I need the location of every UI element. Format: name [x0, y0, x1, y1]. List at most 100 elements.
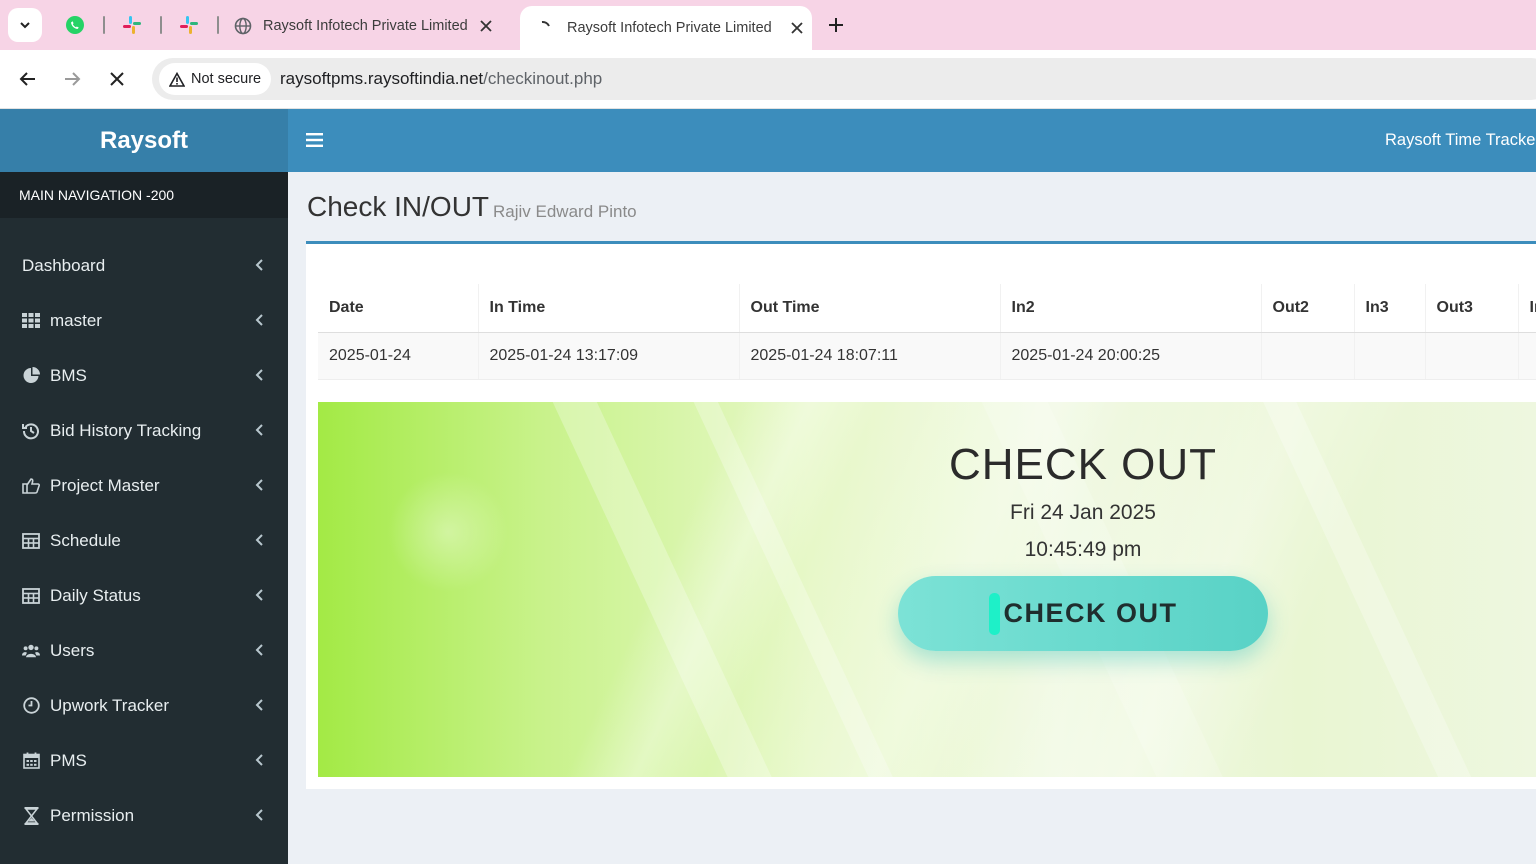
tab-separator: [103, 16, 105, 34]
column-header-out-time: Out Time: [738, 284, 1000, 333]
nav-header: MAIN NAVIGATION -200: [0, 172, 288, 218]
sidebar-item-label: Users: [50, 640, 95, 660]
browser-toolbar: Not secure raysoftpms.raysoftindia.net/c…: [0, 50, 1536, 109]
sidebar-item-bid-history-tracking[interactable]: Bid History Tracking: [0, 403, 288, 458]
chevron-down-icon: [20, 22, 30, 29]
cell-out3: [1424, 332, 1518, 380]
table-header-row: Date In Time Out Time In2 Out2 In3 Out3 …: [318, 284, 1536, 333]
cell-in2: 2025-01-24 20:00:25: [999, 332, 1261, 380]
chevron-left-icon: [255, 589, 263, 601]
pinned-tab-whatsapp[interactable]: [61, 11, 89, 39]
cell-out2: [1260, 332, 1354, 380]
tab-search-button[interactable]: [8, 8, 42, 42]
main-content: Check IN/OUT Rajiv Edward Pinto Date In …: [288, 172, 1536, 864]
sidebar-item-permission[interactable]: Permission: [0, 788, 288, 843]
url-host: raysoftpms.raysoftindia.net: [280, 69, 484, 88]
calendar-icon: [22, 752, 40, 770]
sidebar-item-master[interactable]: master: [0, 293, 288, 348]
column-header-in2: In2: [999, 284, 1261, 333]
checkout-button-label: CHECK OUT: [1003, 598, 1178, 628]
url-path: /checkinout.php: [483, 69, 603, 88]
security-label: Not secure: [191, 71, 262, 87]
chevron-left-icon: [255, 424, 263, 436]
tab-separator: [160, 16, 162, 34]
chevron-left-icon: [255, 369, 263, 381]
browser-tab-2-active[interactable]: Raysoft Infotech Private Limited: [520, 6, 812, 50]
app-header-title[interactable]: Raysoft Time Tracker: [1385, 131, 1536, 150]
grid-icon: [22, 312, 40, 330]
cell-in-time: 2025-01-24 13:17:09: [477, 332, 739, 380]
site-security-chip[interactable]: Not secure: [159, 63, 272, 95]
chevron-left-icon: [255, 644, 263, 656]
slack-icon: [180, 16, 198, 34]
checkout-time: 10:45:49 pm: [1024, 538, 1142, 561]
chevron-left-icon: [255, 754, 263, 766]
checkout-banner: CHECK OUT Fri 24 Jan 2025 10:45:49 pm CH…: [318, 402, 1536, 777]
url-text[interactable]: raysoftpms.raysoftindia.net/checkinout.p…: [280, 69, 602, 89]
cell-date: 2025-01-24: [318, 332, 478, 380]
cell-out-time: 2025-01-24 18:07:11: [738, 332, 1000, 380]
slack-icon: [123, 16, 141, 34]
sidebar-item-label: Bid History Tracking: [50, 420, 202, 440]
history-icon: [22, 422, 40, 440]
sidebar-item-label: master: [50, 310, 102, 330]
column-header-out2: Out2: [1260, 284, 1354, 333]
checkinout-box: Date In Time Out Time In2 Out2 In3 Out3 …: [306, 241, 1536, 789]
column-header-in3: In3: [1353, 284, 1425, 333]
table-row: 2025-01-24 2025-01-24 13:17:09 2025-01-2…: [318, 332, 1536, 380]
loading-spinner-icon: [541, 21, 550, 27]
chevron-left-icon: [255, 534, 263, 546]
arrow-left-icon: [19, 72, 35, 86]
whatsapp-icon: [66, 16, 84, 34]
tab-separator: [217, 16, 219, 34]
checkout-date: Fri 24 Jan 2025: [1010, 501, 1156, 524]
clock-icon: [22, 697, 40, 715]
column-header-date: Date: [318, 284, 478, 333]
cell-in4: [1517, 332, 1536, 380]
logo[interactable]: Raysoft: [0, 109, 288, 172]
close-tab-button[interactable]: [476, 16, 496, 36]
address-bar[interactable]: Not secure raysoftpms.raysoftindia.net/c…: [152, 58, 1536, 100]
new-tab-button[interactable]: [824, 13, 848, 37]
sidebar-item-label: Dashboard: [22, 255, 106, 275]
sidebar-item-label: Daily Status: [50, 585, 141, 605]
sidebar: Raysoft MAIN NAVIGATION -200 Dashboard m…: [0, 109, 288, 864]
page-title: Check IN/OUT: [307, 191, 490, 222]
back-button[interactable]: [14, 65, 42, 93]
hand-pointer-icon: [22, 477, 40, 495]
checkout-heading: CHECK OUT: [948, 440, 1218, 489]
sidebar-item-bms[interactable]: BMS: [0, 348, 288, 403]
arrow-right-icon: [65, 72, 81, 86]
chevron-left-icon: [255, 699, 263, 711]
chevron-left-icon: [255, 314, 263, 326]
plus-icon: [829, 18, 843, 32]
close-tab-button[interactable]: [787, 18, 807, 38]
menu-toggle-icon[interactable]: [306, 132, 323, 148]
forward-button[interactable]: [58, 65, 86, 93]
sidebar-item-daily-status[interactable]: Daily Status: [0, 568, 288, 623]
sidebar-item-users[interactable]: Users: [0, 623, 288, 678]
column-header-in4: In: [1517, 284, 1536, 333]
users-icon: [22, 642, 40, 660]
pinned-tab-slack-2[interactable]: [175, 11, 203, 39]
warning-icon: [169, 71, 185, 87]
table-icon: [22, 532, 40, 550]
table-icon: [22, 587, 40, 605]
sidebar-item-project-master[interactable]: Project Master: [0, 458, 288, 513]
browser-tab-1[interactable]: Raysoft Infotech Private Limited: [228, 6, 508, 46]
sidebar-item-label: Schedule: [50, 530, 121, 550]
pinned-tab-slack-1[interactable]: [118, 11, 146, 39]
cell-in3: [1353, 332, 1425, 380]
column-header-out3: Out3: [1424, 284, 1518, 333]
sidebar-item-upwork-tracker[interactable]: Upwork Tracker: [0, 678, 288, 733]
page-subtitle: Rajiv Edward Pinto: [493, 202, 637, 221]
close-icon: [480, 20, 492, 32]
sidebar-item-schedule[interactable]: Schedule: [0, 513, 288, 568]
sidebar-item-pms[interactable]: PMS: [0, 733, 288, 788]
sidebar-item-label: Upwork Tracker: [50, 695, 170, 715]
close-icon: [110, 72, 124, 86]
checkout-button[interactable]: CHECK OUT: [898, 576, 1268, 651]
stop-loading-button[interactable]: [103, 65, 131, 93]
sidebar-item-dashboard[interactable]: Dashboard: [0, 238, 288, 293]
